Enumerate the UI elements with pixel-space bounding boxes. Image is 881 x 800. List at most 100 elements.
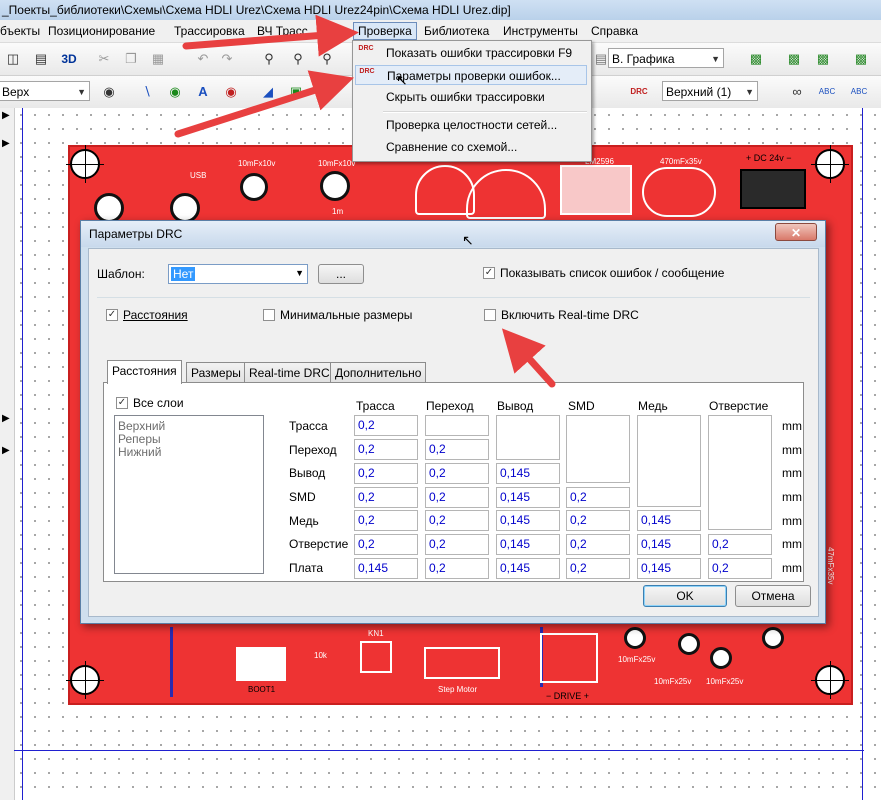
pattern-icon[interactable]: ▩ xyxy=(812,48,834,70)
expand-arrow-icon[interactable]: ▶ xyxy=(2,445,10,456)
menu-tools[interactable]: Инструменты xyxy=(499,23,582,39)
menu-net-integrity-check[interactable]: Проверка целостности сетей... xyxy=(355,115,587,135)
layer-select-combo[interactable]: Верх ▼ xyxy=(0,81,90,101)
layer-item[interactable]: Верхний xyxy=(118,419,165,433)
clearance-cell-trace-via[interactable] xyxy=(425,415,489,436)
clearance-cell[interactable]: 0,2 xyxy=(425,510,489,531)
clearance-cell[interactable]: 0,2 xyxy=(566,487,630,508)
min-sizes-checkbox[interactable] xyxy=(263,309,275,321)
menu-hide-routing-errors[interactable]: Скрыть ошибки трассировки xyxy=(355,87,587,107)
binoculars-icon[interactable]: ◉ xyxy=(98,81,120,103)
chip-icon[interactable]: ▩ xyxy=(850,48,872,70)
menu-objects[interactable]: бъекты xyxy=(0,23,44,39)
layer-list[interactable]: Верхний Реперы Нижний xyxy=(114,415,264,574)
clearance-cell[interactable]: 0,145 xyxy=(637,558,701,579)
document-icon[interactable]: ▤ xyxy=(30,48,52,70)
zoom-fit-icon[interactable]: ⚲ xyxy=(316,48,338,70)
left-panel-strip: ▶ ▶ ▶ ▶ xyxy=(0,108,15,800)
tab-sizes[interactable]: Размеры xyxy=(186,362,246,382)
clearance-cell[interactable]: 0,2 xyxy=(566,558,630,579)
template-select[interactable]: Нет ▼ xyxy=(168,264,308,284)
clearance-cell[interactable]: 0,2 xyxy=(354,510,418,531)
clearance-cell[interactable]: 0,145 xyxy=(354,558,418,579)
realtime-drc-checkbox[interactable] xyxy=(484,309,496,321)
fill-tool-icon[interactable]: ▣ xyxy=(285,81,307,103)
save-icon[interactable]: ◫ xyxy=(2,48,24,70)
zoom-in-icon[interactable]: ⚲ xyxy=(258,48,280,70)
menu-rf-routing[interactable]: ВЧ Трасс xyxy=(253,23,312,39)
clearance-cell-trace-trace[interactable]: 0,2 xyxy=(354,415,418,436)
clearance-cell[interactable]: 0,145 xyxy=(496,534,560,555)
close-icon[interactable]: ✕ xyxy=(775,223,817,241)
library-icon[interactable]: ▩ xyxy=(783,48,805,70)
graphics-mode-combo[interactable]: В. Графика ▼ xyxy=(608,48,724,68)
clearance-cell[interactable]: 0,2 xyxy=(425,534,489,555)
clearances-checkbox[interactable]: ✓ xyxy=(106,309,118,321)
clearance-cell[interactable]: 0,2 xyxy=(566,510,630,531)
clearance-cell[interactable]: 0,145 xyxy=(637,534,701,555)
clearance-cell[interactable]: 0,2 xyxy=(425,439,489,460)
via-tool-icon[interactable]: ◉ xyxy=(220,81,242,103)
paste-icon[interactable]: ▦ xyxy=(147,48,169,70)
polygon-tool-icon[interactable]: ◢ xyxy=(257,81,279,103)
clearance-cell[interactable]: 0,2 xyxy=(566,534,630,555)
row-header-via: Переход xyxy=(289,443,337,457)
cancel-button[interactable]: Отмена xyxy=(735,585,811,607)
menu-library[interactable]: Библиотека xyxy=(420,23,493,39)
menu-item-label: Скрыть ошибки трассировки xyxy=(386,90,545,104)
clearance-cell[interactable]: 0,2 xyxy=(425,487,489,508)
pad-tool-icon[interactable]: ◉ xyxy=(164,81,186,103)
menu-error-check-params[interactable]: DRC Параметры проверки ошибок... xyxy=(355,65,587,85)
silk-label: 10mFx25v xyxy=(706,677,744,686)
clearance-cell[interactable]: 0,2 xyxy=(354,534,418,555)
copy-icon[interactable]: ❐ xyxy=(120,48,142,70)
connector-icon[interactable]: ∞ xyxy=(786,81,808,103)
clearance-cell[interactable]: 0,2 xyxy=(354,439,418,460)
menu-placement[interactable]: Позиционирование xyxy=(44,23,159,39)
clearance-cell[interactable]: 0,145 xyxy=(496,463,560,484)
pin-mode-icon[interactable]: ABC xyxy=(816,81,838,103)
ok-button[interactable]: OK xyxy=(643,585,727,607)
cut-icon[interactable]: ✂ xyxy=(93,48,115,70)
clearance-cell[interactable]: 0,2 xyxy=(708,534,772,555)
component-icon[interactable]: ▩ xyxy=(745,48,767,70)
col-header-pin: Вывод xyxy=(497,399,534,413)
route-tool-icon[interactable]: ↗ xyxy=(320,81,342,103)
side-layer-combo[interactable]: Верхний (1) ▼ xyxy=(662,81,758,101)
clearance-cell[interactable]: 0,145 xyxy=(496,558,560,579)
expand-arrow-icon[interactable]: ▶ xyxy=(2,138,10,149)
layer-item[interactable]: Нижний xyxy=(118,445,161,459)
label-mode-icon[interactable]: ABC xyxy=(848,81,870,103)
menu-compare-with-schematic[interactable]: Сравнение со схемой... xyxy=(355,137,587,157)
expand-arrow-icon[interactable]: ▶ xyxy=(2,413,10,424)
drc-icon[interactable]: DRC xyxy=(628,81,650,103)
zoom-out-icon[interactable]: ⚲ xyxy=(287,48,309,70)
clearance-cell[interactable]: 0,145 xyxy=(496,487,560,508)
menu-show-routing-errors[interactable]: DRC Показать ошибки трассировки F9 xyxy=(355,43,587,63)
clearance-cell[interactable]: 0,2 xyxy=(425,463,489,484)
clearance-cell[interactable]: 0,145 xyxy=(496,510,560,531)
capacitor-pad xyxy=(240,173,268,201)
menu-routing[interactable]: Трассировка xyxy=(170,23,249,39)
clearance-cell[interactable]: 0,2 xyxy=(354,463,418,484)
tab-clearances[interactable]: Расстояния xyxy=(107,360,182,384)
dialog-title-bar[interactable]: Параметры DRC ✕ xyxy=(81,221,825,247)
redo-icon[interactable]: ↷ xyxy=(216,48,238,70)
layer-item[interactable]: Реперы xyxy=(118,432,161,446)
tab-advanced[interactable]: Дополнительно xyxy=(330,362,427,382)
clearance-cell[interactable]: 0,145 xyxy=(637,510,701,531)
tab-realtime-drc[interactable]: Real-time DRC xyxy=(244,362,335,382)
show-errors-checkbox[interactable]: ✓ xyxy=(483,267,495,279)
all-layers-checkbox[interactable]: ✓ xyxy=(116,397,128,409)
undo-icon[interactable]: ↶ xyxy=(192,48,214,70)
browse-template-button[interactable]: ... xyxy=(318,264,364,284)
clearance-cell[interactable]: 0,2 xyxy=(354,487,418,508)
text-tool-icon[interactable]: A xyxy=(192,81,214,103)
expand-arrow-icon[interactable]: ▶ xyxy=(2,110,10,121)
clearance-cell[interactable]: 0,2 xyxy=(708,558,772,579)
menu-help[interactable]: Справка xyxy=(587,23,642,39)
line-tool-icon[interactable]: ∖ xyxy=(136,81,158,103)
menu-check[interactable]: Проверка xyxy=(353,22,417,40)
clearance-cell[interactable]: 0,2 xyxy=(425,558,489,579)
view-3d-button[interactable]: 3D xyxy=(58,48,80,70)
